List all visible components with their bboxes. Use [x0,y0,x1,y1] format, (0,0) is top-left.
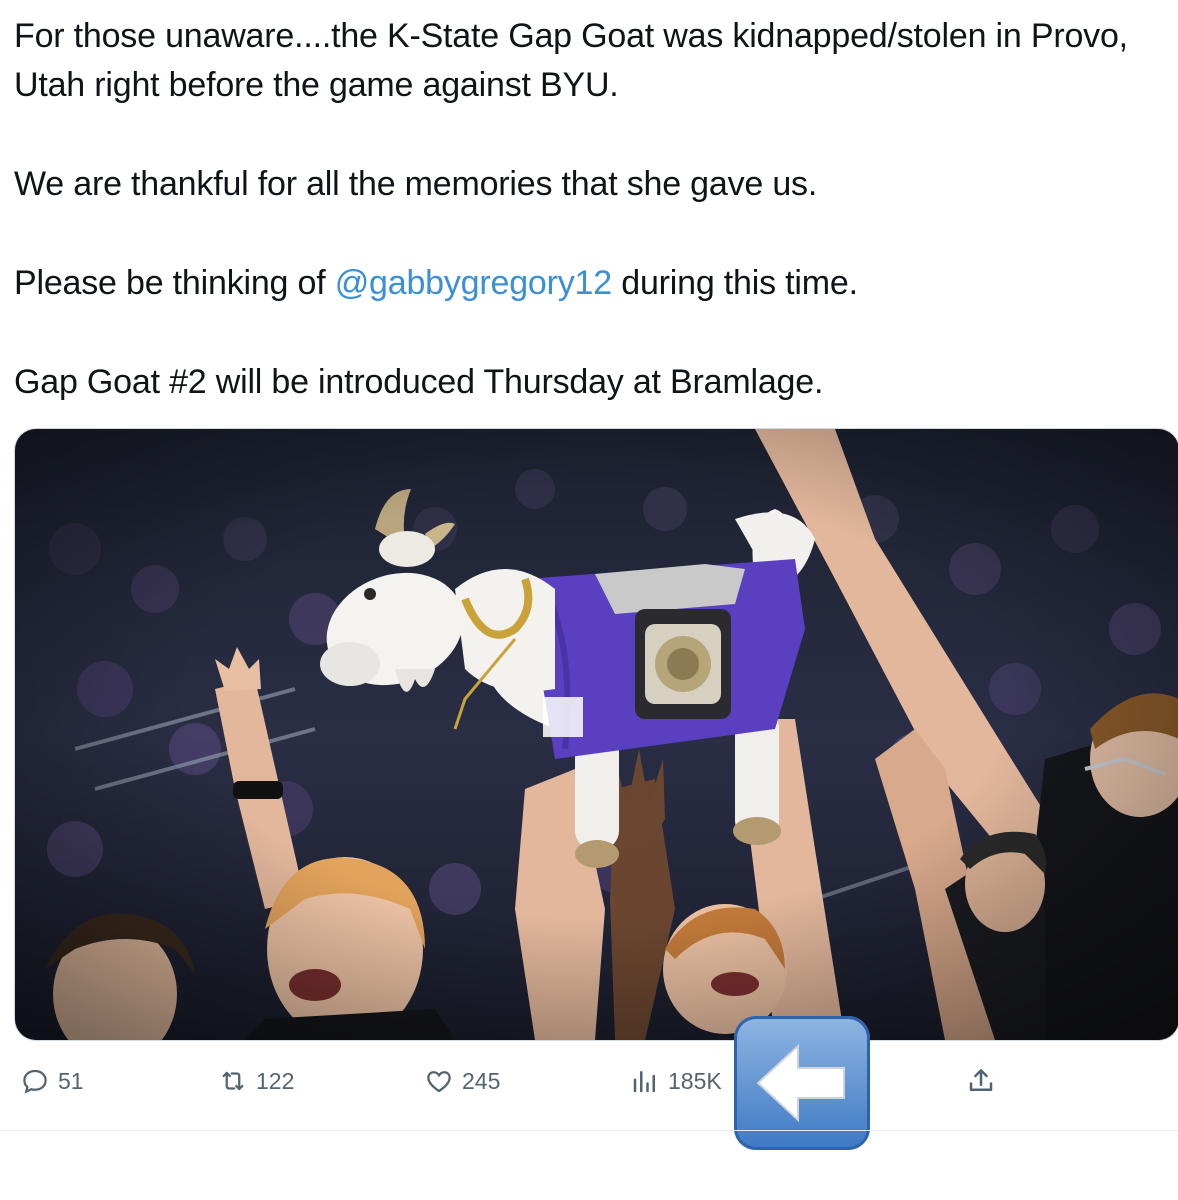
retweet-icon [222,1071,244,1091]
reply-button[interactable]: 51 [20,1064,84,1098]
retweet-button[interactable]: 122 [218,1064,294,1098]
tweet-paragraph-4: Gap Goat #2 will be introduced Thursday … [14,363,824,401]
like-count: 245 [462,1067,501,1094]
tweet-paragraph-3: Please be thinking of @gabbygregory12 du… [14,259,1164,308]
tweet-paragraph-2: We are thankful for all the memories tha… [14,165,818,203]
views-icon [633,1071,655,1093]
share-icon [969,1069,993,1091]
heart-icon [427,1071,451,1093]
reply-count: 51 [58,1067,84,1094]
share-button[interactable] [966,1064,1004,1098]
tweet-body: For those unaware....the K-State Gap Goa… [14,12,1164,457]
tweet-photo[interactable] [14,428,1178,1041]
mention-link[interactable]: @gabbygregory12 [335,264,612,302]
views-button[interactable]: 185K [630,1064,722,1098]
tweet-paragraph-1: For those unaware....the K-State Gap Goa… [14,17,1128,104]
tweet-actions-bar: 51 122 245 185K [0,1050,1178,1110]
divider [0,1130,1178,1131]
text-segment: Please be thinking of [14,264,335,302]
text-segment: during this time. [611,264,858,302]
views-count: 185K [668,1067,722,1094]
goat-crowd-photo [15,429,1178,1040]
like-button[interactable]: 245 [424,1064,500,1098]
retweet-count: 122 [256,1067,295,1094]
reply-icon [23,1069,47,1094]
